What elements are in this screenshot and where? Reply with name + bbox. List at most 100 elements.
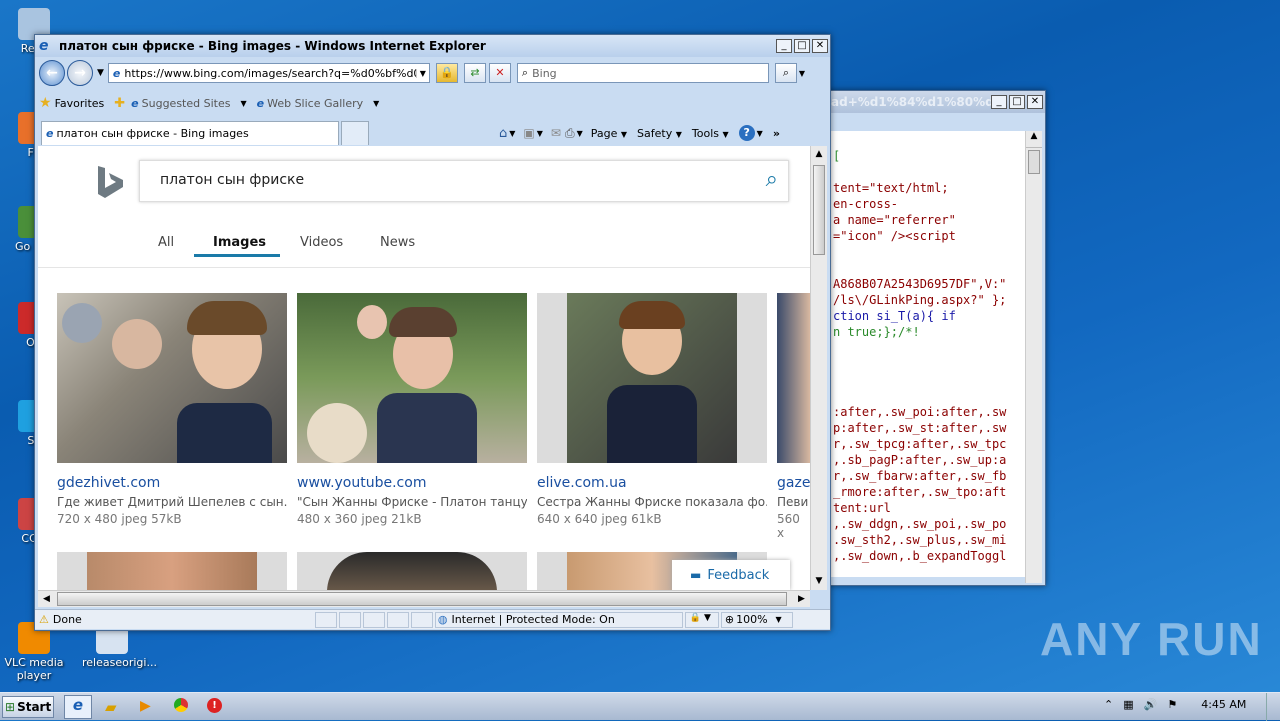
maximize-button[interactable]: □ (1009, 95, 1025, 109)
images-tab-underline (194, 254, 280, 257)
suggested-sites-button[interactable]: Suggested Sites (142, 97, 231, 110)
zone-cell[interactable]: ◍ Internet | Protected Mode: On (434, 611, 683, 628)
feedback-icon: ▬ (690, 568, 702, 582)
source-window[interactable]: ad+%d1%84%d1%80%d... _ □ ✕ [tent="text/h… (826, 90, 1046, 586)
image-result-2[interactable] (297, 293, 527, 463)
source-titlebar[interactable]: ad+%d1%84%d1%80%d... _ □ ✕ (827, 91, 1045, 113)
image-result-4[interactable] (777, 293, 810, 463)
search-options-icon[interactable]: ▼ (799, 69, 805, 78)
home-dropdown-icon[interactable]: ▼ (509, 129, 515, 138)
result-description[interactable]: Где живет Дмитрий Шепелев с сын... (57, 495, 287, 509)
maximize-button[interactable]: □ (794, 39, 810, 53)
protected-mode-cell[interactable]: 🔒 ▼ (684, 611, 719, 628)
favorites-bar: ★ Favorites ✚ e Suggested Sites ▼ e Web … (39, 92, 825, 114)
help-icon[interactable]: ? (738, 125, 755, 141)
favorites-button[interactable]: Favorites (55, 97, 105, 110)
print-dropdown-icon[interactable]: ▼ (577, 129, 583, 138)
taskbar-explorer-icon[interactable]: ▰ (105, 698, 117, 716)
tab-bing-images[interactable]: e платон сын фриске - Bing images (41, 121, 339, 145)
image-result-3[interactable] (537, 293, 767, 463)
suggested-dropdown-icon[interactable]: ▼ (240, 99, 246, 108)
result-host-link[interactable]: gaze (777, 475, 810, 491)
result-description[interactable]: "Сын Жанны Фриске - Платон танцу... (297, 495, 527, 509)
lock-icon[interactable]: 🔒 (435, 63, 458, 83)
tab-all[interactable]: All (158, 235, 174, 250)
scroll-down-icon[interactable]: ▼ (811, 573, 827, 590)
more-commands-icon[interactable]: » (773, 127, 780, 140)
print-icon[interactable]: ⎙ (565, 126, 575, 141)
safety-menu[interactable]: Safety ▼ (637, 127, 682, 140)
recent-pages-dropdown-icon[interactable]: ▼ (97, 68, 104, 78)
image-result-1[interactable] (57, 293, 287, 463)
taskbar-chrome-icon[interactable] (174, 698, 188, 712)
result-description[interactable]: Сестра Жанны Фриске показала фо... (537, 495, 767, 509)
tab-images[interactable]: Images (213, 235, 266, 250)
result-meta: 560 x (777, 512, 800, 540)
globe-icon: ◍ (437, 613, 448, 626)
help-dropdown-icon[interactable]: ▼ (757, 129, 763, 138)
tools-menu[interactable]: Tools ▼ (692, 127, 729, 140)
show-desktop-button[interactable] (1266, 693, 1280, 721)
forward-button[interactable]: → (67, 60, 93, 86)
desktop-icon[interactable]: VLC media player (4, 622, 64, 682)
scroll-thumb[interactable] (813, 165, 825, 255)
scroll-right-icon[interactable]: ▶ (793, 591, 810, 607)
minimize-button[interactable]: _ (991, 95, 1007, 109)
taskbar-opera-icon[interactable]: ! (207, 698, 222, 713)
home-icon[interactable]: ⌂ (499, 126, 507, 141)
feeds-icon[interactable]: ▣ (523, 126, 534, 140)
zoom-control[interactable]: ⊕ 100% ▼ (720, 611, 793, 628)
taskbar-media-icon[interactable]: ▶ (140, 698, 151, 714)
taskbar-ie-button[interactable]: e (64, 695, 92, 719)
volume-icon[interactable]: 🔊 (1144, 698, 1158, 711)
search-button[interactable]: ⌕ (774, 63, 797, 83)
favorites-star-icon[interactable]: ★ (39, 95, 52, 111)
bing-search-icon[interactable]: ⌕ (766, 167, 778, 192)
feedback-button[interactable]: ▬ Feedback (672, 560, 790, 590)
address-bar[interactable]: e https://www.bing.com/images/search?q=%… (107, 63, 430, 83)
web-slice-gallery-button[interactable]: Web Slice Gallery (267, 97, 363, 110)
source-scrollbar[interactable]: ▲ (1025, 131, 1042, 583)
image-result-5[interactable] (57, 552, 287, 590)
page-vertical-scrollbar[interactable]: ▲ ▼ (810, 146, 827, 590)
close-button[interactable]: ✕ (812, 39, 828, 53)
suggested-sites-icon: e (131, 96, 139, 110)
zoom-dropdown-icon[interactable]: ▼ (776, 615, 782, 624)
stop-button[interactable]: ✕ (488, 63, 511, 83)
mail-icon[interactable]: ✉ (551, 126, 561, 140)
start-button[interactable]: ⊞ Start (2, 696, 54, 718)
refresh-button[interactable]: ⇄ (463, 63, 486, 83)
page-horizontal-scrollbar[interactable]: ◀ ▶ (38, 590, 810, 607)
ie-titlebar[interactable]: e платон сын фриске - Bing images - Wind… (35, 35, 830, 57)
close-button[interactable]: ✕ (1027, 95, 1043, 109)
address-dropdown-icon[interactable]: ▼ (415, 68, 429, 78)
new-tab-button[interactable] (341, 121, 369, 145)
page-menu[interactable]: Page ▼ (591, 127, 627, 140)
result-host-link[interactable]: www.youtube.com (297, 475, 426, 491)
result-host-link[interactable]: elive.com.ua (537, 475, 627, 491)
hscroll-thumb[interactable] (57, 592, 787, 606)
tab-videos[interactable]: Videos (300, 235, 343, 250)
action-center-flag-icon[interactable]: ⚑ (1167, 698, 1177, 711)
minimize-button[interactable]: _ (776, 39, 792, 53)
search-input[interactable]: ⌕ Bing (516, 63, 769, 83)
source-code-area[interactable]: [tent="text/html; en-cross-a name="referr… (831, 131, 1025, 577)
clock[interactable]: 4:45 AM (1201, 698, 1246, 711)
network-icon[interactable]: ▦ (1123, 698, 1133, 711)
result-description[interactable]: Певи (777, 495, 810, 509)
bing-search-box[interactable]: платон сын фриске ⌕ (139, 160, 789, 202)
tray-expand-icon[interactable]: ⌃ (1104, 698, 1113, 711)
webslice-dropdown-icon[interactable]: ▼ (373, 99, 379, 108)
result-host-link[interactable]: gdezhivet.com (57, 475, 160, 491)
bing-logo-icon[interactable] (96, 164, 126, 200)
image-result-6[interactable] (297, 552, 527, 590)
add-favorites-icon[interactable]: ✚ (114, 96, 125, 111)
source-line: .sw_sth2,.sw_plus,.sw_mi (833, 533, 1007, 547)
scroll-left-icon[interactable]: ◀ (38, 591, 55, 607)
tab-news[interactable]: News (380, 235, 415, 250)
feeds-dropdown-icon[interactable]: ▼ (537, 129, 543, 138)
ie-window[interactable]: e платон сын фриске - Bing images - Wind… (34, 34, 831, 631)
scroll-up-icon[interactable]: ▲ (811, 146, 827, 163)
bing-page[interactable]: платон сын фриске ⌕ All Images Videos Ne… (38, 146, 810, 590)
back-button[interactable]: ← (39, 60, 65, 86)
